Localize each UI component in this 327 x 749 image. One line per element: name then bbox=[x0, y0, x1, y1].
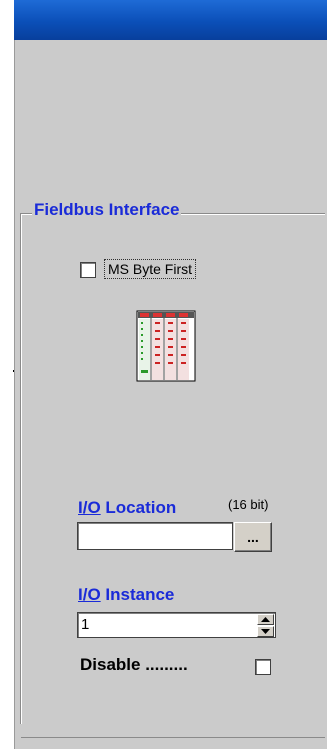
title-bar bbox=[14, 0, 327, 40]
bit-width-note: (16 bit) bbox=[228, 497, 269, 512]
io-location-label: I/O Location bbox=[78, 498, 176, 518]
group-title: Fieldbus Interface bbox=[32, 200, 182, 220]
spin-up-button[interactable] bbox=[257, 614, 274, 625]
browse-button[interactable]: ... bbox=[234, 522, 272, 552]
disable-checkbox[interactable] bbox=[255, 659, 271, 675]
arrow-up-icon bbox=[261, 617, 270, 622]
arrow-down-icon bbox=[261, 629, 270, 634]
spinner-buttons bbox=[257, 614, 274, 637]
spin-down-button[interactable] bbox=[257, 626, 274, 637]
left-window-strip bbox=[0, 0, 14, 749]
io-instance-label-prefix: I/O bbox=[78, 585, 101, 604]
io-instance-label: I/O Instance bbox=[78, 585, 174, 605]
io-instance-label-rest: Instance bbox=[100, 585, 175, 604]
io-instance-spinner[interactable]: 1 bbox=[77, 612, 276, 638]
ms-byte-first-checkbox[interactable] bbox=[80, 262, 96, 278]
fieldbus-groupbox bbox=[20, 213, 325, 738]
ms-byte-first-label[interactable]: MS Byte First bbox=[104, 259, 197, 279]
groupbox-bottom-line bbox=[21, 737, 325, 738]
io-location-label-prefix: I/O bbox=[78, 498, 101, 517]
io-location-label-rest: Location bbox=[100, 498, 177, 517]
io-instance-value[interactable]: 1 bbox=[81, 616, 89, 633]
io-location-input[interactable] bbox=[77, 522, 233, 550]
disable-label: Disable ......... bbox=[80, 655, 188, 674]
fieldbus-device-icon bbox=[136, 310, 196, 382]
